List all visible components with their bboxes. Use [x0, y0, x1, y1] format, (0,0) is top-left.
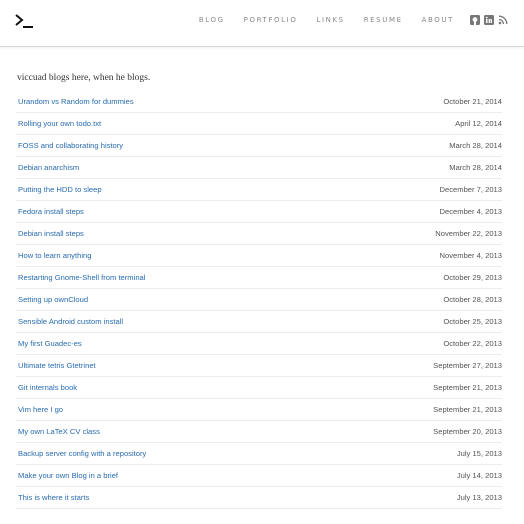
social-links — [466, 15, 508, 25]
nav-about[interactable]: ABOUT — [422, 16, 454, 24]
post-row: Fedora install steps December 4, 2013 — [16, 201, 502, 223]
github-icon[interactable] — [470, 15, 480, 25]
post-title-link[interactable]: How to learn anything — [16, 251, 91, 260]
post-date: December 4, 2013 — [439, 207, 502, 216]
nav-resume[interactable]: RESUME — [364, 16, 403, 24]
post-row: FOSS and collaborating history March 28, … — [16, 135, 502, 157]
post-date: September 21, 2013 — [433, 405, 502, 414]
post-date: December 7, 2013 — [439, 185, 502, 194]
post-title-link[interactable]: Make your own Blog in a brief — [16, 471, 118, 480]
post-date: September 20, 2013 — [433, 427, 502, 436]
post-title-link[interactable]: FOSS and collaborating history — [16, 141, 123, 150]
nav-portfolio[interactable]: PORTFOLIO — [244, 16, 298, 24]
post-date: November 22, 2013 — [435, 229, 502, 238]
post-date: April 12, 2014 — [455, 119, 502, 128]
post-title-link[interactable]: Ultimate tetris Gtetrinet — [16, 361, 96, 370]
post-date: September 27, 2013 — [433, 361, 502, 370]
post-date: July 13, 2013 — [456, 493, 502, 502]
post-title-link[interactable]: Vim here I go — [16, 405, 63, 414]
post-title-link[interactable]: My first Guadec-es — [16, 339, 82, 348]
post-row: Ultimate tetris Gtetrinet September 27, 2… — [16, 355, 502, 377]
post-date: July 15, 2013 — [456, 449, 502, 458]
post-list: Urandom vs Random for dummies October 21,… — [16, 91, 502, 509]
post-row: How to learn anything November 4, 2013 — [16, 245, 502, 267]
post-row: Git internals book September 21, 2013 — [16, 377, 502, 399]
post-date: March 28, 2014 — [449, 163, 502, 172]
site-header: BLOG PORTFOLIO LINKS RESUME ABOUT — [0, 0, 524, 47]
post-title-link[interactable]: Urandom vs Random for dummies — [16, 97, 134, 106]
main-nav: BLOG PORTFOLIO LINKS RESUME ABOUT — [199, 15, 508, 25]
post-title-link[interactable]: Fedora install steps — [16, 207, 84, 216]
post-title-link[interactable]: Restarting Gnome-Shell from terminal — [16, 273, 145, 282]
blog-intro: viccuad blogs here, when he blogs. — [17, 73, 151, 83]
terminal-prompt-icon[interactable] — [14, 12, 34, 30]
post-row: Debian install steps November 22, 2013 — [16, 223, 502, 245]
post-row: Urandom vs Random for dummies October 21,… — [16, 91, 502, 113]
post-date: September 21, 2013 — [433, 383, 502, 392]
nav-links[interactable]: LINKS — [316, 16, 344, 24]
post-title-link[interactable]: Git internals book — [16, 383, 77, 392]
post-row: Sensible Android custom install October 2… — [16, 311, 502, 333]
linkedin-icon[interactable] — [484, 15, 494, 25]
post-row: Rolling your own todo.txt April 12, 2014 — [16, 113, 502, 135]
post-row: This is where it starts July 13, 2013 — [16, 487, 502, 509]
post-date: October 25, 2013 — [443, 317, 502, 326]
post-row: My own LaTeX CV class September 20, 2013 — [16, 421, 502, 443]
post-title-link[interactable]: Setting up ownCloud — [16, 295, 88, 304]
post-row: Putting the HDD to sleep December 7, 2013 — [16, 179, 502, 201]
post-row: Restarting Gnome-Shell from terminal Octo… — [16, 267, 502, 289]
post-date: October 21, 2014 — [443, 97, 502, 106]
post-title-link[interactable]: Backup server config with a repository — [16, 449, 146, 458]
rss-icon[interactable] — [498, 15, 508, 25]
post-title-link[interactable]: Sensible Android custom install — [16, 317, 123, 326]
post-date: October 28, 2013 — [443, 295, 502, 304]
post-date: July 14, 2013 — [456, 471, 502, 480]
post-title-link[interactable]: Rolling your own todo.txt — [16, 119, 101, 128]
post-date: March 28, 2014 — [449, 141, 502, 150]
post-title-link[interactable]: Putting the HDD to sleep — [16, 185, 102, 194]
post-title-link[interactable]: Debian install steps — [16, 229, 84, 238]
post-date: October 22, 2013 — [443, 339, 502, 348]
post-row: Vim here I go September 21, 2013 — [16, 399, 502, 421]
post-row: Backup server config with a repository Ju… — [16, 443, 502, 465]
post-title-link[interactable]: Debian anarchism — [16, 163, 79, 172]
nav-blog[interactable]: BLOG — [199, 16, 225, 24]
post-title-link[interactable]: My own LaTeX CV class — [16, 427, 100, 436]
post-date: October 29, 2013 — [443, 273, 502, 282]
post-row: My first Guadec-es October 22, 2013 — [16, 333, 502, 355]
post-row: Make your own Blog in a brief July 14, 20… — [16, 465, 502, 487]
post-row: Debian anarchism March 28, 2014 — [16, 157, 502, 179]
post-date: November 4, 2013 — [439, 251, 502, 260]
post-row: Setting up ownCloud October 28, 2013 — [16, 289, 502, 311]
post-title-link[interactable]: This is where it starts — [16, 493, 89, 502]
